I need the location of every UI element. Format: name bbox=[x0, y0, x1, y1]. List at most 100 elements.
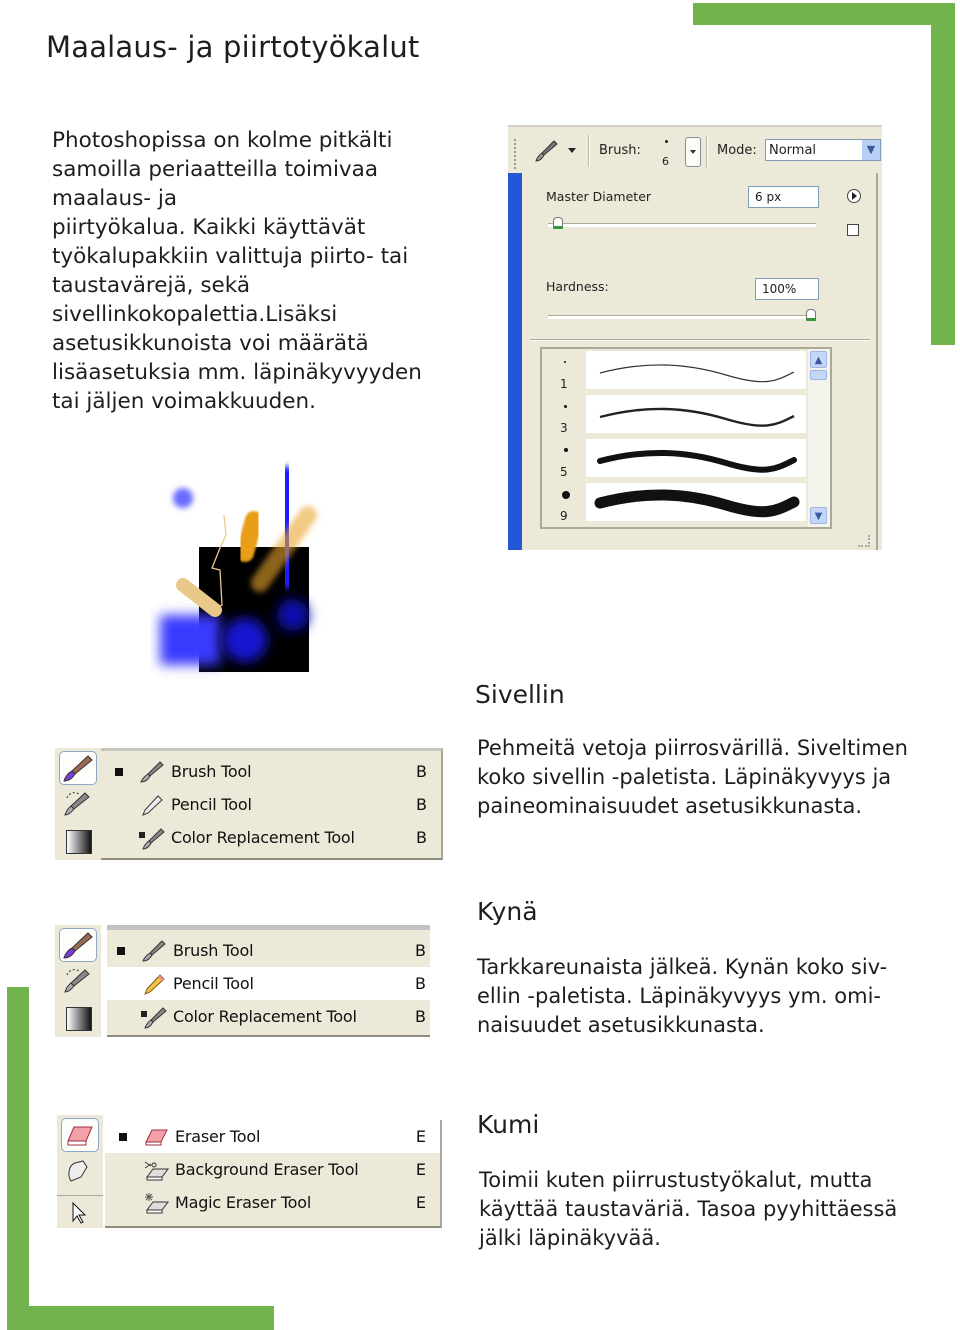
toolbox bbox=[57, 1115, 103, 1228]
master-diameter-slider-thumb[interactable] bbox=[553, 217, 564, 229]
tool-preset-dropdown-arrow[interactable] bbox=[568, 148, 576, 153]
resize-grip-icon[interactable] bbox=[858, 535, 870, 547]
brush-preset-list: 1 3 5 9 ▲ ▼ bbox=[540, 347, 832, 529]
section-line: ellin -paletista. Läpinäkyvyys ym. omi- bbox=[477, 984, 882, 1008]
scroll-down-icon[interactable]: ▼ bbox=[810, 507, 827, 524]
panel-menu-icon[interactable] bbox=[847, 189, 861, 203]
intro-line: Photoshopissa on kolme pitkälti bbox=[52, 128, 393, 153]
menu-item-label: Pencil Tool bbox=[171, 795, 252, 814]
intro-line: lisäasetuksia mm. läpinäkyvyyden bbox=[52, 360, 422, 385]
section-title-sivellin: Sivellin bbox=[475, 680, 565, 709]
toolbox bbox=[55, 748, 101, 860]
menu-item-eraser-tool[interactable]: Eraser Tool E bbox=[105, 1120, 440, 1153]
menu-item-color-replacement-tool[interactable]: Color Replacement Tool B bbox=[101, 821, 441, 854]
blue-soft-blob bbox=[160, 615, 220, 665]
menu-item-pencil-tool[interactable]: Pencil Tool B bbox=[101, 788, 441, 821]
intro-line: sivellinkokopalettia.Lisäksi bbox=[52, 302, 338, 327]
hardness-field[interactable]: 100% bbox=[755, 278, 819, 300]
frame-bottom-left-horizontal bbox=[7, 1306, 274, 1330]
history-brush-icon bbox=[64, 792, 90, 816]
eraser-tool-flyout: Eraser Tool E Background Eraser Tool E M… bbox=[57, 1115, 442, 1228]
mode-value: Normal bbox=[769, 143, 817, 158]
frame-top-right-vertical bbox=[931, 3, 955, 345]
section-text-sivellin: Pehmeitä vetoja piirrosvärillä. Siveltim… bbox=[477, 734, 908, 821]
intro-line: taustavärejä, sekä bbox=[52, 273, 251, 298]
menu-item-label: Background Eraser Tool bbox=[175, 1160, 359, 1179]
brush-icon bbox=[142, 940, 166, 962]
intro-paragraph: Photoshopissa on kolme pitkälti samoilla… bbox=[52, 126, 442, 416]
brush-tip-preview bbox=[564, 405, 567, 408]
pencil-icon bbox=[142, 795, 163, 816]
section-line: koko sivellin -paletista. Läpinäkyvyys j… bbox=[477, 765, 892, 789]
chevron-down-icon[interactable]: ▼ bbox=[862, 140, 880, 160]
toolbox-gradient-button[interactable] bbox=[59, 1001, 97, 1035]
menu-item-label: Magic Eraser Tool bbox=[175, 1193, 312, 1212]
active-bullet bbox=[117, 947, 125, 955]
master-diameter-field[interactable]: 6 px bbox=[748, 186, 819, 208]
hardness-track[interactable] bbox=[548, 315, 816, 319]
intro-line: samoilla periaatteilla toimivaa bbox=[52, 157, 379, 182]
brush-icon bbox=[140, 761, 164, 783]
menu-item-label: Color Replacement Tool bbox=[173, 1007, 357, 1026]
arrow-cursor-icon bbox=[72, 1201, 87, 1224]
toolbox-history-brush-button[interactable] bbox=[59, 965, 97, 999]
frame-bottom-left-vertical bbox=[7, 987, 29, 1330]
toolbox bbox=[55, 925, 101, 1037]
scroll-thumb[interactable] bbox=[810, 370, 827, 380]
gradient-icon bbox=[66, 1007, 92, 1031]
stroke-preview bbox=[597, 450, 797, 473]
menu-item-label: Color Replacement Tool bbox=[171, 828, 355, 847]
menu-item-pencil-tool[interactable]: Pencil Tool B bbox=[107, 967, 430, 1000]
smudge-icon bbox=[68, 1160, 88, 1182]
blue-soft-dot bbox=[173, 488, 193, 508]
toolbox-brush-button[interactable] bbox=[59, 751, 97, 785]
mode-select[interactable]: Normal ▼ bbox=[765, 139, 881, 161]
menu-item-magic-eraser-tool[interactable]: Magic Eraser Tool E bbox=[105, 1186, 440, 1219]
color-replacement-icon bbox=[139, 828, 165, 850]
master-diameter-track[interactable] bbox=[548, 223, 816, 227]
gradient-icon bbox=[66, 830, 92, 854]
brush-picker-button[interactable] bbox=[685, 137, 701, 167]
stroke-preview bbox=[594, 489, 800, 518]
scroll-up-icon[interactable]: ▲ bbox=[810, 351, 827, 368]
toolbox-smudge-button[interactable] bbox=[61, 1155, 99, 1189]
brush-options-screenshot: Brush: 6 Mode: Normal ▼ Master Diameter … bbox=[508, 125, 882, 550]
toolbox-brush-button[interactable] bbox=[59, 928, 97, 962]
active-bullet bbox=[115, 768, 123, 776]
options-bar: Brush: 6 Mode: Normal ▼ bbox=[508, 125, 882, 173]
menu-item-label: Eraser Tool bbox=[175, 1127, 261, 1146]
brush-tip-preview bbox=[564, 448, 568, 452]
brush-list-scrollbar[interactable]: ▲ ▼ bbox=[808, 349, 830, 527]
toolbox-gradient-button[interactable] bbox=[59, 824, 97, 858]
stroke-preview bbox=[599, 364, 795, 383]
toolbox-eraser-button[interactable] bbox=[61, 1118, 99, 1152]
new-preset-icon[interactable] bbox=[847, 224, 859, 236]
brush-preset-size: 1 bbox=[560, 377, 568, 391]
brush-tip-preview bbox=[562, 491, 570, 499]
menu-item-brush-tool[interactable]: Brush Tool B bbox=[101, 755, 441, 788]
toolbar-grip[interactable] bbox=[514, 139, 518, 169]
hardness-slider-thumb[interactable] bbox=[806, 309, 816, 321]
brush-preset-item[interactable]: 1 bbox=[542, 349, 806, 391]
brush-label: Brush: bbox=[599, 143, 641, 158]
menu-item-background-eraser-tool[interactable]: Background Eraser Tool E bbox=[105, 1153, 440, 1186]
shortcut-key: B bbox=[416, 762, 427, 781]
section-line: paineominaisuudet asetusikkunasta. bbox=[477, 794, 863, 818]
shortcut-key: B bbox=[416, 828, 427, 847]
brush-preset-item[interactable]: 3 bbox=[542, 393, 806, 435]
blue-soft-blob bbox=[277, 599, 309, 631]
menu-item-color-replacement-tool[interactable]: Color Replacement Tool B bbox=[107, 1000, 430, 1033]
menu-item-brush-tool[interactable]: Brush Tool B bbox=[107, 934, 430, 967]
intro-line: maalaus- ja bbox=[52, 186, 178, 211]
blue-soft-blob bbox=[223, 618, 267, 662]
section-text-kumi: Toimii kuten piirrustustyökalut, mutta k… bbox=[479, 1166, 897, 1253]
master-diameter-label: Master Diameter bbox=[546, 189, 652, 204]
eraser-icon bbox=[67, 1126, 93, 1146]
brush-preset-item[interactable]: 9 bbox=[542, 481, 806, 523]
page-title: Maalaus- ja piirtotyökalut bbox=[46, 30, 420, 64]
brush-preset-item[interactable]: 5 bbox=[542, 437, 806, 479]
toolbox-path-selection-button[interactable] bbox=[61, 1197, 99, 1231]
background-eraser-icon bbox=[144, 1161, 169, 1181]
brush-icon[interactable] bbox=[534, 139, 560, 163]
toolbox-history-brush-button[interactable] bbox=[59, 788, 97, 822]
